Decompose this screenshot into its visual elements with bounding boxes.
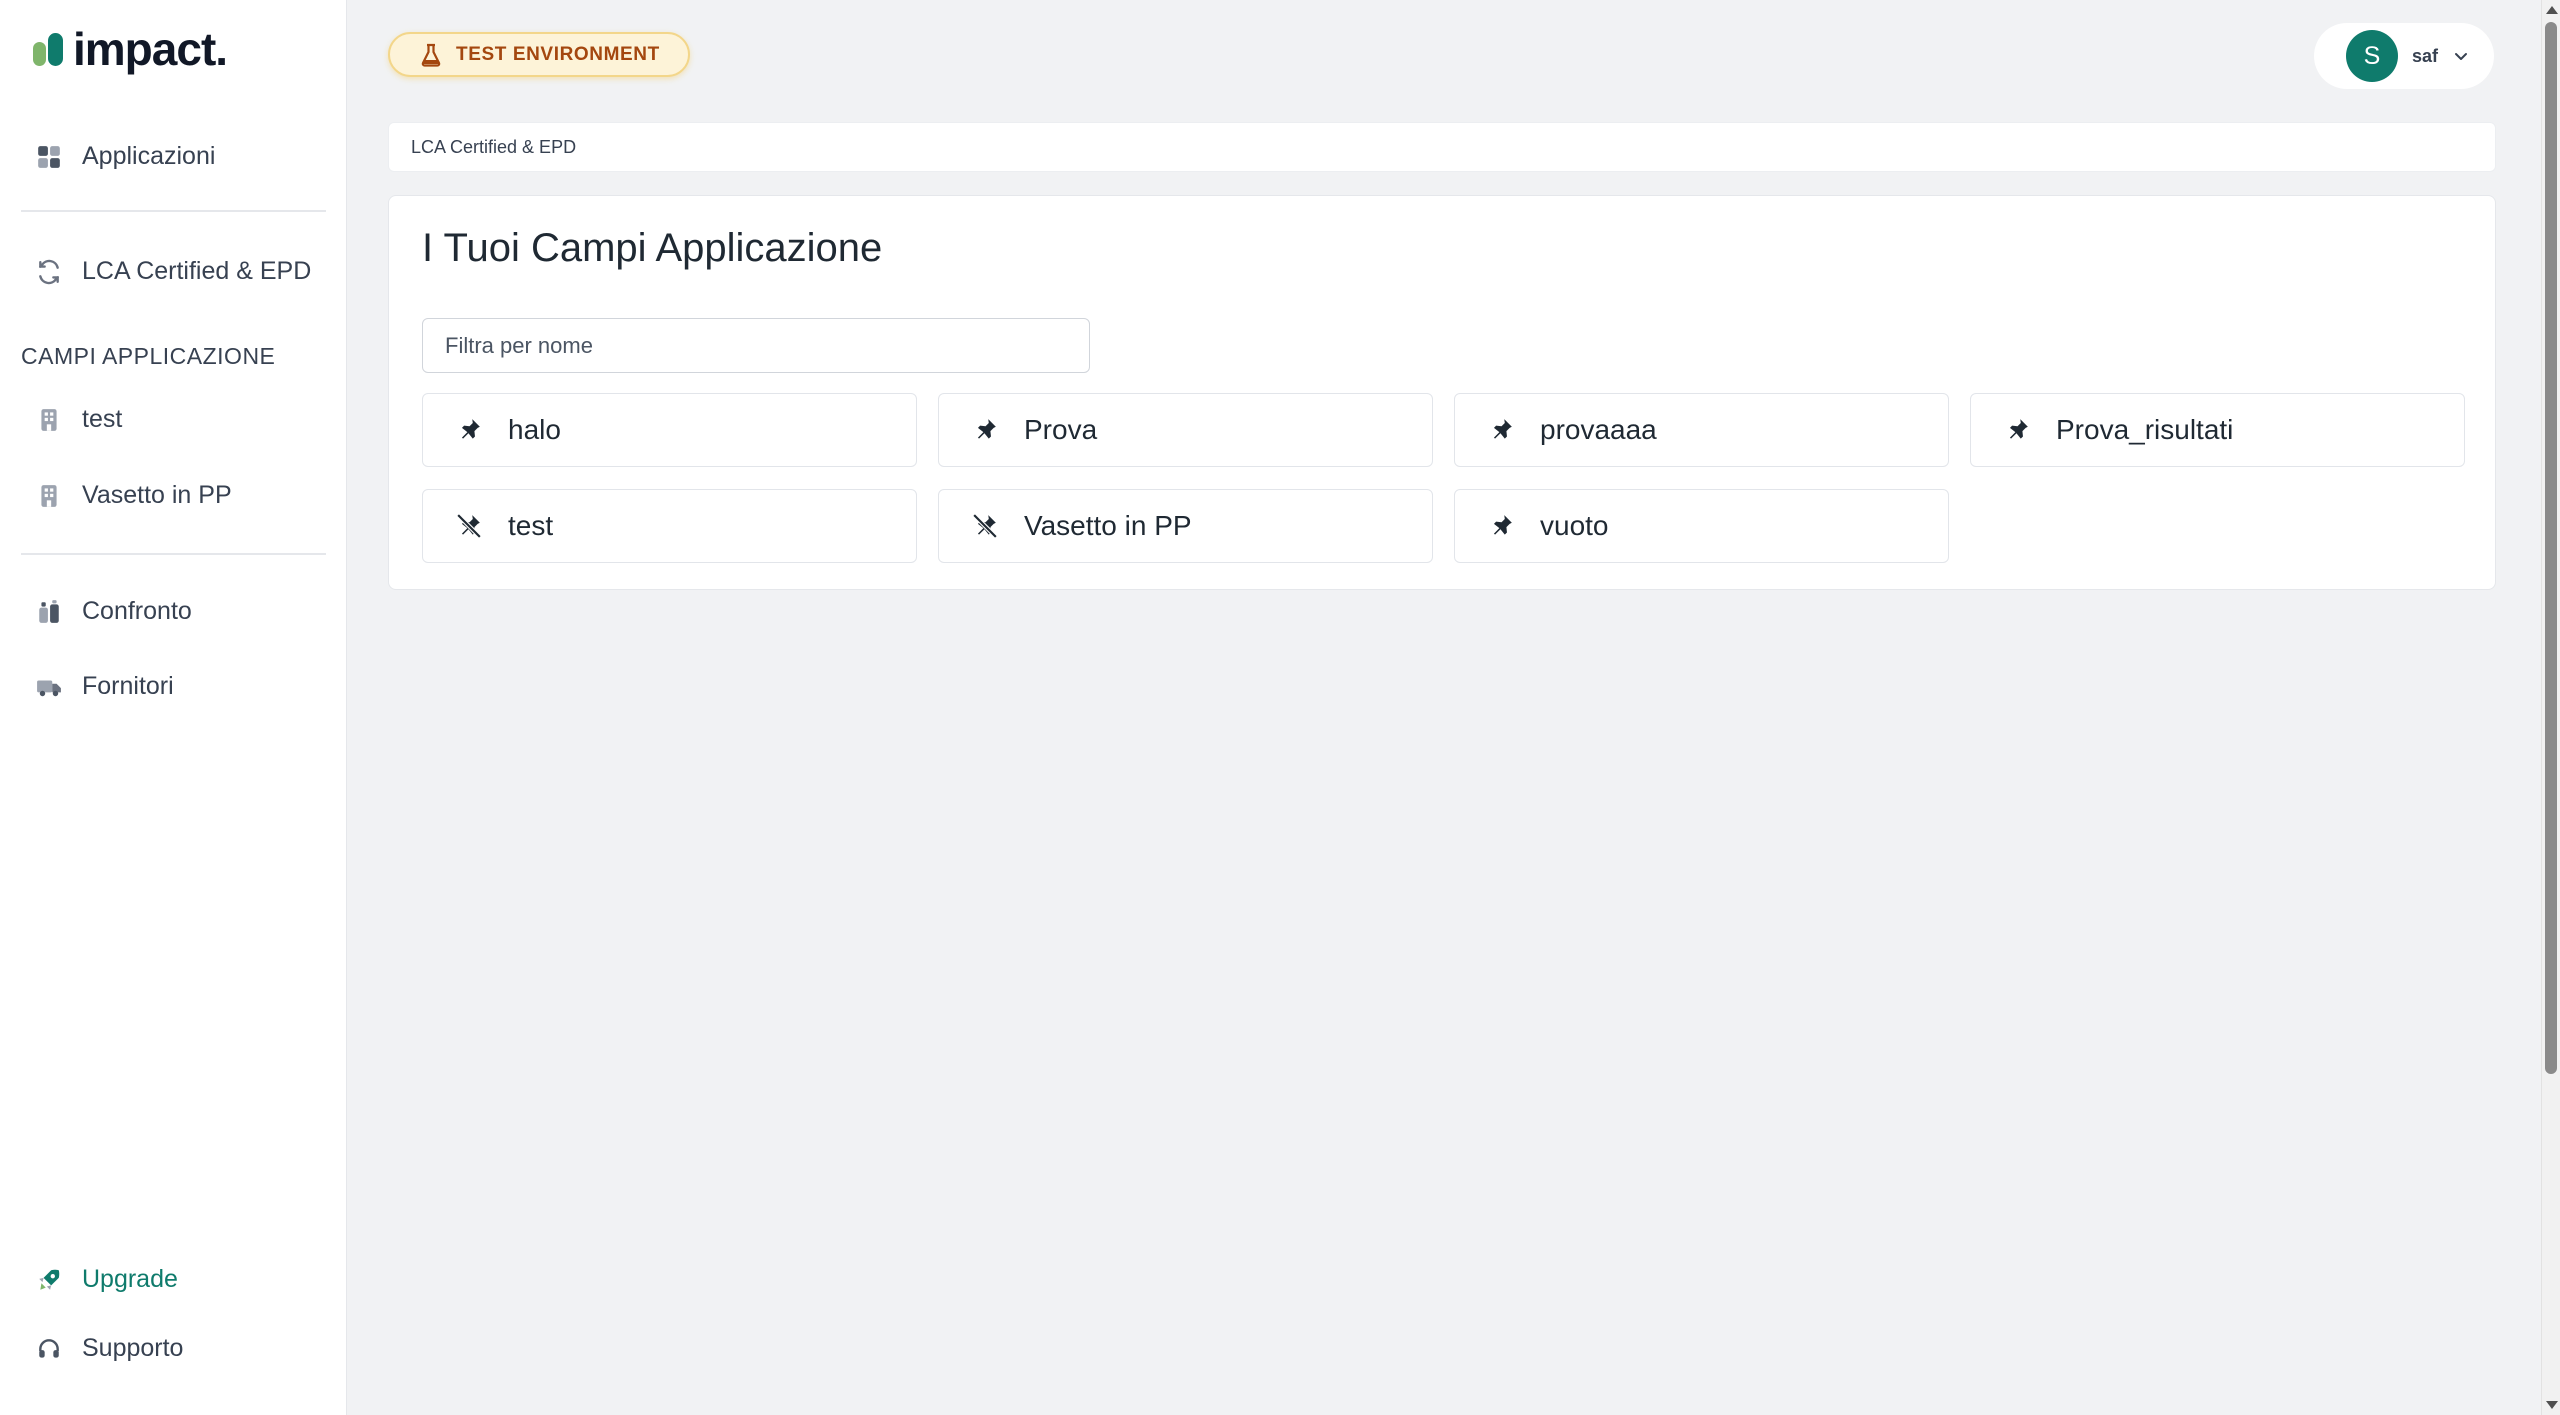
building-icon bbox=[36, 483, 62, 509]
breadcrumb-item[interactable]: LCA Certified & EPD bbox=[411, 137, 576, 158]
rocket-icon bbox=[36, 1267, 62, 1293]
section-campi-title: CAMPI APPLICAZIONE bbox=[21, 343, 276, 369]
nav-lca-label: LCA Certified & EPD bbox=[82, 257, 312, 285]
scroll-up-arrow-icon[interactable] bbox=[2546, 6, 2558, 14]
page-title: I Tuoi Campi Applicazione bbox=[422, 226, 883, 270]
campo-tile[interactable]: test bbox=[422, 489, 917, 563]
nav-applicazioni-label: Applicazioni bbox=[82, 142, 216, 170]
nav-confronto[interactable]: Confronto bbox=[36, 597, 192, 626]
nav-campo-label: Vasetto in PP bbox=[82, 481, 232, 509]
campo-tile-label: halo bbox=[508, 414, 561, 445]
nav-upgrade-label: Upgrade bbox=[82, 1265, 178, 1293]
sidebar: impact. Applicazioni LCA Certified & EPD… bbox=[0, 0, 347, 1415]
campo-tile[interactable]: halo bbox=[422, 393, 917, 467]
campo-tile-label: vuoto bbox=[1540, 510, 1609, 541]
unpin-icon[interactable] bbox=[972, 513, 998, 539]
sidebar-divider bbox=[21, 210, 326, 212]
building-icon bbox=[36, 407, 62, 433]
nav-upgrade[interactable]: Upgrade bbox=[36, 1265, 178, 1294]
logo-text: impact. bbox=[73, 23, 228, 75]
compare-icon bbox=[36, 599, 62, 625]
pin-icon[interactable] bbox=[456, 417, 482, 443]
campo-tile-label: Prova_risultati bbox=[2056, 414, 2234, 445]
scrollbar[interactable] bbox=[2541, 0, 2560, 1415]
campo-tile-label: provaaaa bbox=[1540, 414, 1657, 445]
unpin-icon[interactable] bbox=[456, 513, 482, 539]
nav-fornitori[interactable]: Fornitori bbox=[36, 672, 174, 701]
nav-supporto-label: Supporto bbox=[82, 1334, 184, 1362]
nav-campo-vasetto[interactable]: Vasetto in PP bbox=[36, 481, 232, 510]
scroll-down-arrow-icon[interactable] bbox=[2546, 1401, 2558, 1409]
nav-fornitori-label: Fornitori bbox=[82, 672, 174, 700]
sidebar-divider bbox=[21, 553, 326, 555]
logo[interactable]: impact. bbox=[31, 23, 228, 75]
campo-tile[interactable]: Prova bbox=[938, 393, 1433, 467]
campo-tile[interactable]: vuoto bbox=[1454, 489, 1949, 563]
campi-card: I Tuoi Campi Applicazione halo Prova pro… bbox=[388, 195, 2496, 590]
chevron-down-icon bbox=[2455, 53, 2468, 60]
campo-tile[interactable]: provaaaa bbox=[1454, 393, 1949, 467]
nav-campo-test[interactable]: test bbox=[36, 405, 122, 434]
campo-tile-label: Prova bbox=[1024, 414, 1098, 445]
pin-icon[interactable] bbox=[1488, 513, 1514, 539]
filter-input[interactable] bbox=[422, 318, 1090, 373]
test-environment-label: TEST ENVIRONMENT bbox=[456, 43, 660, 65]
user-menu[interactable]: S saf bbox=[2314, 23, 2494, 89]
nav-campo-label: test bbox=[82, 405, 123, 433]
tiles-grid: halo Prova provaaaa Prova_risultati test… bbox=[422, 393, 2465, 563]
scroll-thumb[interactable] bbox=[2545, 22, 2557, 1074]
campo-tile-label: Vasetto in PP bbox=[1024, 510, 1192, 541]
pin-icon[interactable] bbox=[1488, 417, 1514, 443]
grid-icon bbox=[36, 144, 62, 170]
campo-tile-label: test bbox=[508, 510, 554, 541]
flask-icon bbox=[421, 43, 441, 67]
nav-supporto[interactable]: Supporto bbox=[36, 1334, 183, 1363]
pin-icon[interactable] bbox=[2004, 417, 2030, 443]
user-name: saf bbox=[2412, 45, 2439, 66]
nav-applicazioni[interactable]: Applicazioni bbox=[36, 142, 215, 171]
pin-icon[interactable] bbox=[972, 417, 998, 443]
nav-lca[interactable]: LCA Certified & EPD bbox=[36, 257, 311, 286]
campo-tile[interactable]: Prova_risultati bbox=[1970, 393, 2465, 467]
test-environment-badge: TEST ENVIRONMENT bbox=[388, 32, 690, 77]
nav-confronto-label: Confronto bbox=[82, 597, 192, 625]
campo-tile[interactable]: Vasetto in PP bbox=[938, 489, 1433, 563]
refresh-icon bbox=[36, 259, 62, 285]
headset-icon bbox=[36, 1336, 62, 1362]
truck-icon bbox=[36, 674, 62, 700]
breadcrumb: LCA Certified & EPD bbox=[388, 122, 2496, 172]
logo-mark-icon bbox=[31, 29, 71, 69]
avatar: S bbox=[2346, 30, 2398, 82]
